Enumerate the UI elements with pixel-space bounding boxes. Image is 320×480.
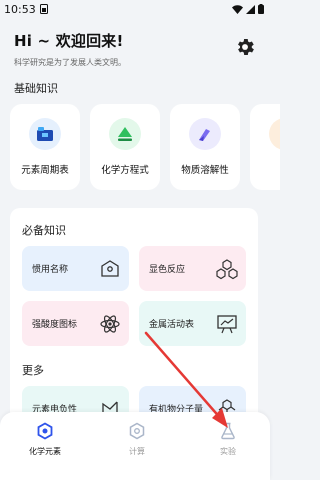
basic-knowledge-row: 元素周期表 化学方程式 物质溶解性 摩 — [10, 104, 280, 190]
header: Hi ~ 欢迎回来! 科学研究是为了发展人类文明。 — [14, 30, 260, 68]
tile-label: 显色反应 — [149, 265, 186, 275]
equation-icon — [109, 118, 141, 150]
tile-common-names[interactable]: 惯用名称 — [22, 246, 129, 291]
nav-label: 实验 — [220, 447, 236, 456]
tile-label: 强酸度图标 — [32, 320, 78, 330]
periodic-table-icon — [29, 118, 61, 150]
element-hexagon-icon — [37, 422, 53, 440]
atom-icon — [100, 315, 120, 333]
status-time: 10:53 — [4, 2, 36, 16]
nav-label: 计算 — [129, 447, 145, 456]
chart-board-icon — [217, 315, 237, 334]
sim-icon — [39, 4, 48, 14]
knowledge-panel: 必备知识 惯用名称 显色反应 强酸度图标 金属活动表 更多 元素电负性 有机物分… — [10, 208, 258, 438]
nav-label: 化学元素 — [29, 447, 61, 456]
card-label: 元素周期表 — [21, 165, 69, 176]
molar-icon — [269, 118, 280, 150]
card-label: 化学方程式 — [101, 165, 149, 176]
signal-icon — [246, 4, 255, 14]
card-label: 物质溶解性 — [181, 165, 229, 176]
battery-icon — [258, 4, 264, 14]
tile-acid-strength[interactable]: 强酸度图标 — [22, 301, 129, 346]
flask-experiment-icon — [221, 422, 235, 440]
card-chemical-equation[interactable]: 化学方程式 — [90, 104, 160, 190]
tile-label: 惯用名称 — [32, 265, 69, 275]
tile-label: 金属活动表 — [149, 320, 195, 330]
section-title-more: 更多 — [22, 364, 44, 377]
section-title-essential: 必备知识 — [22, 224, 66, 237]
card-solubility[interactable]: 物质溶解性 — [170, 104, 240, 190]
tile-color-reaction[interactable]: 显色反应 — [139, 246, 246, 291]
nav-experiment[interactable]: 实验 — [193, 422, 263, 466]
nav-calculate[interactable]: 计算 — [102, 422, 172, 466]
card-periodic-table[interactable]: 元素周期表 — [10, 104, 80, 190]
bottom-nav: 化学元素 计算 实验 — [0, 412, 270, 480]
name-tag-icon — [101, 260, 119, 277]
settings-gear-icon[interactable] — [234, 36, 256, 58]
hexagon-molecule-icon — [216, 259, 238, 280]
calculate-hexagon-icon — [129, 422, 145, 440]
greeting-title: Hi ~ 欢迎回来! — [14, 32, 124, 50]
status-bar: 10:53 — [0, 0, 270, 18]
wifi-icon — [232, 4, 243, 14]
tile-metal-activity[interactable]: 金属活动表 — [139, 301, 246, 346]
section-title-basic: 基础知识 — [14, 82, 58, 95]
nav-chemical-elements[interactable]: 化学元素 — [10, 422, 80, 466]
flask-icon — [189, 118, 221, 150]
card-molar[interactable]: 摩 — [250, 104, 280, 190]
greeting-subtitle: 科学研究是为了发展人类文明。 — [14, 58, 126, 67]
